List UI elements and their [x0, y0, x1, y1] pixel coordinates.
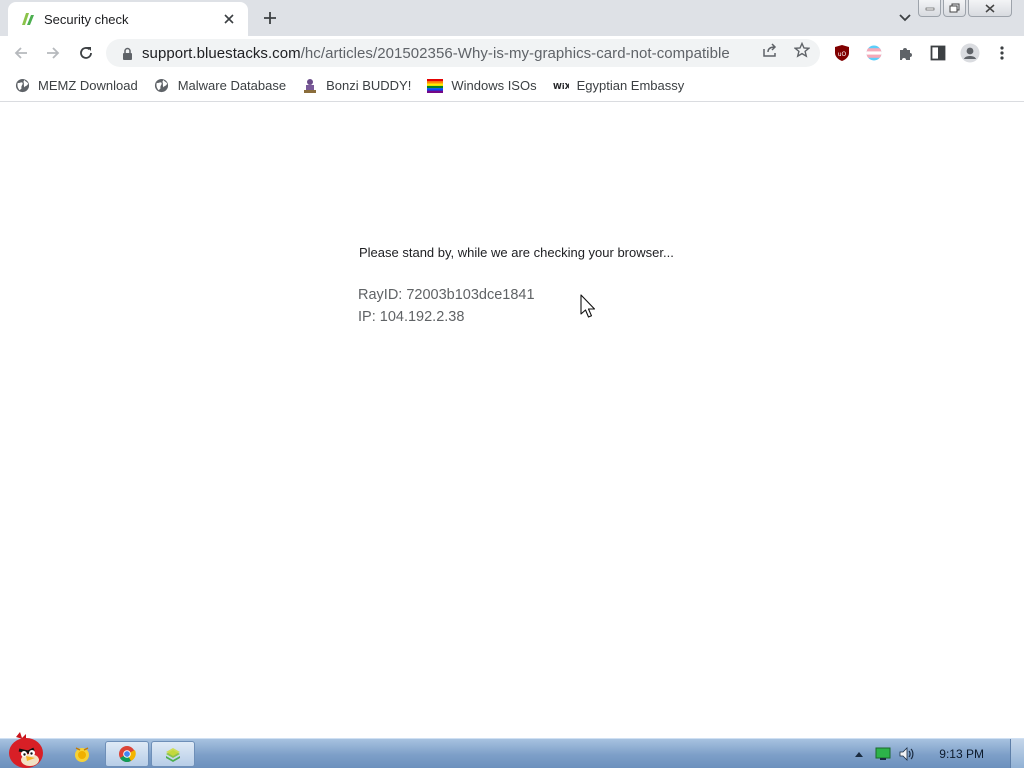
globe-icon — [154, 78, 170, 94]
restore-button[interactable] — [943, 0, 966, 17]
side-panel-icon[interactable] — [927, 42, 949, 64]
close-window-button[interactable] — [968, 0, 1012, 17]
browser-toolbar: support.bluestacks.com/hc/articles/20150… — [0, 36, 1024, 70]
trans-flag-extension-icon[interactable] — [863, 42, 885, 64]
url-path: /hc/articles/201502356-Why-is-my-graphic… — [300, 44, 730, 62]
profile-avatar-icon[interactable] — [959, 42, 981, 64]
lock-icon[interactable] — [120, 46, 134, 60]
taskbar-bluestacks-icon[interactable] — [151, 741, 195, 767]
taskbar-explorer-icon[interactable] — [60, 741, 104, 767]
window-controls — [918, 0, 1012, 17]
bookmark-label: Malware Database — [177, 78, 287, 93]
ray-id: RayID: 72003b103dce1841 — [358, 287, 535, 303]
new-tab-button[interactable] — [258, 6, 282, 30]
tray-expand-arrow-icon[interactable] — [850, 745, 868, 763]
page-content: Please stand by, while we are checking y… — [0, 103, 1024, 738]
bluestacks-favicon-icon — [20, 11, 36, 27]
tab-search-chevron-icon[interactable] — [893, 6, 917, 30]
bookmark-malware-database[interactable]: Malware Database — [154, 74, 286, 98]
back-button[interactable] — [9, 41, 33, 65]
ublock-origin-icon[interactable]: uO — [831, 42, 853, 64]
ip-address: IP: 104.192.2.38 — [358, 309, 465, 325]
show-desktop-button[interactable] — [1010, 739, 1024, 768]
menu-kebab-icon[interactable] — [991, 42, 1013, 64]
system-tray: 9:13 PM — [847, 739, 1024, 768]
wix-icon: WiX — [553, 78, 569, 94]
tab-strip: Security check — [0, 0, 1024, 36]
url-host: support.bluestacks.com — [142, 44, 301, 62]
mouse-cursor-icon — [580, 294, 598, 325]
tab-close-icon[interactable] — [220, 10, 238, 28]
taskbar-clock[interactable]: 9:13 PM — [939, 747, 984, 761]
forward-button[interactable] — [41, 41, 65, 65]
reload-button[interactable] — [74, 41, 98, 65]
start-angry-bird-icon[interactable] — [2, 731, 50, 768]
bonzi-icon — [302, 78, 318, 94]
svg-text:WiX: WiX — [553, 82, 569, 91]
bookmark-memz-download[interactable]: MEMZ Download — [14, 74, 138, 98]
bookmark-star-icon[interactable] — [792, 41, 812, 59]
windows-taskbar: 9:13 PM — [0, 732, 1024, 768]
tab-title: Security check — [44, 11, 129, 27]
minimize-button[interactable] — [918, 0, 941, 17]
address-bar[interactable]: support.bluestacks.com/hc/articles/20150… — [106, 39, 820, 67]
bookmark-egyptian-embassy[interactable]: WiX Egyptian Embassy — [553, 74, 685, 98]
svg-text:uO: uO — [838, 51, 847, 58]
extensions-puzzle-icon[interactable] — [895, 42, 917, 64]
bookmark-label: MEMZ Download — [38, 78, 138, 93]
share-icon[interactable] — [760, 41, 780, 59]
bookmark-bonzi-buddy[interactable]: Bonzi BUDDY! — [302, 74, 411, 98]
rainbow-flag-icon — [427, 78, 444, 94]
url-text[interactable]: support.bluestacks.com/hc/articles/20150… — [142, 45, 820, 62]
bookmark-windows-isos[interactable]: Windows ISOs — [427, 74, 537, 98]
bookmarks-bar: MEMZ Download Malware Database Bonzi BUD… — [0, 70, 1024, 102]
globe-icon — [14, 78, 30, 94]
network-icon[interactable] — [874, 745, 892, 763]
standby-message: Please stand by, while we are checking y… — [359, 245, 674, 260]
tab-security-check[interactable]: Security check — [8, 2, 248, 36]
bookmark-label: Bonzi BUDDY! — [326, 78, 412, 93]
volume-speaker-icon[interactable] — [898, 745, 916, 763]
bookmark-label: Windows ISOs — [451, 78, 537, 93]
taskbar-chrome-icon[interactable] — [105, 741, 149, 767]
bookmark-label: Egyptian Embassy — [576, 78, 685, 93]
